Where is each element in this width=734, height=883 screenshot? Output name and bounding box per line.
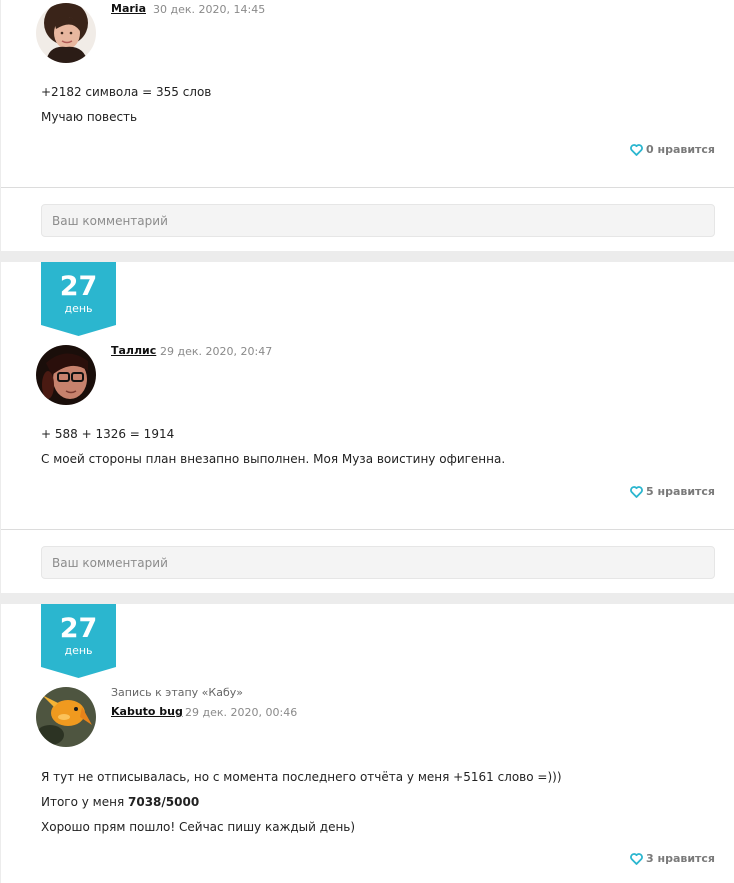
divider: [1, 187, 734, 188]
avatar[interactable]: [36, 345, 96, 405]
day-number: 27: [59, 613, 98, 644]
comment-input[interactable]: [41, 204, 715, 237]
day-badge: 27 день: [41, 604, 116, 678]
post-text-line: С моей стороны план внезапно выполнен. М…: [41, 452, 506, 466]
heart-outline-icon: [630, 143, 643, 156]
post-date: 29 дек. 2020, 00:46: [185, 706, 298, 719]
author-link[interactable]: Kabuto bug: [111, 705, 183, 718]
like-button[interactable]: 3 нравится: [630, 852, 715, 865]
heart-outline-icon: [630, 852, 643, 865]
stage-link-caption[interactable]: Запись к этапу «Кабу»: [111, 686, 243, 699]
day-label: день: [64, 644, 93, 657]
author-link[interactable]: Maria: [111, 2, 146, 15]
post-text-line: Итого у меня 7038/5000: [41, 795, 199, 809]
day-number: 27: [59, 271, 98, 302]
post-feed: Maria 30 дек. 2020, 14:45 +2182 символа …: [0, 0, 734, 883]
avatar[interactable]: [36, 687, 96, 747]
total-label: Итого у меня: [41, 795, 128, 809]
post-text-line: +2182 символа = 355 слов: [41, 85, 212, 99]
total-value: 7038/5000: [128, 795, 200, 809]
like-count: 5 нравится: [645, 485, 715, 498]
post-text-line: Я тут не отписывалась, но с момента посл…: [41, 770, 562, 784]
post-card: Maria 30 дек. 2020, 14:45 +2182 символа …: [1, 0, 734, 251]
post-text-line: + 588 + 1326 = 1914: [41, 427, 175, 441]
heart-outline-icon: [630, 485, 643, 498]
divider: [1, 529, 734, 530]
like-button[interactable]: 0 нравится: [630, 143, 715, 156]
author-link[interactable]: Таллис: [111, 344, 156, 357]
avatar[interactable]: [36, 3, 96, 63]
comment-input[interactable]: [41, 546, 715, 579]
day-badge: 27 день: [41, 262, 116, 336]
post-text-line: Хорошо прям пошло! Сейчас пишу каждый де…: [41, 820, 356, 834]
post-date: 30 дек. 2020, 14:45: [153, 3, 266, 16]
like-count: 0 нравится: [645, 143, 715, 156]
post-card: 27 день Таллис 29 дек. 2020, 20:47 + 588…: [1, 262, 734, 593]
post-card: 27 день Запись к этапу «Кабу» Kabuto bug…: [1, 604, 734, 883]
like-count: 3 нравится: [645, 852, 715, 865]
post-text-line: Мучаю повесть: [41, 110, 138, 124]
day-label: день: [64, 302, 93, 315]
post-date: 29 дек. 2020, 20:47: [160, 345, 273, 358]
like-button[interactable]: 5 нравится: [630, 485, 715, 498]
